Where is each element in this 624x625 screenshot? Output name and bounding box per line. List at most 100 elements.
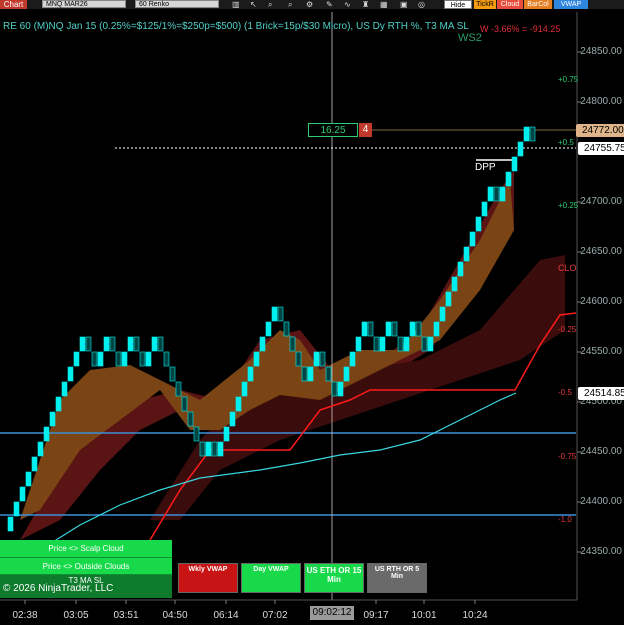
- time-tick-label: 09:17: [363, 610, 389, 621]
- copyright-text: © 2026 NinjaTrader, LLC: [3, 583, 114, 594]
- renko-brick: [145, 351, 152, 367]
- renko-brick: [343, 366, 350, 382]
- renko-brick: [277, 306, 284, 322]
- renko-brick: [157, 336, 164, 352]
- percent-tick-label: -0.5: [558, 388, 572, 397]
- renko-brick: [523, 126, 530, 142]
- renko-brick: [115, 351, 122, 367]
- renko-brick: [103, 336, 110, 352]
- us-rth-or-button[interactable]: US RTH OR 5 Min: [367, 563, 427, 593]
- renko-brick: [499, 186, 506, 202]
- time-tick-label: 10:01: [411, 610, 437, 621]
- renko-brick: [169, 366, 176, 382]
- renko-brick: [139, 351, 146, 367]
- position-count-badge[interactable]: 4: [359, 123, 372, 137]
- renko-brick: [265, 321, 272, 337]
- renko-brick: [235, 396, 242, 412]
- renko-brick: [133, 336, 140, 352]
- renko-brick: [403, 336, 410, 352]
- renko-brick: [505, 171, 512, 187]
- percent-tick-label: +0.25: [558, 201, 579, 210]
- price-chart-canvas[interactable]: [0, 0, 624, 625]
- price-tick-label: 24850.00: [580, 46, 622, 57]
- renko-brick: [451, 276, 458, 292]
- renko-brick: [373, 336, 380, 352]
- time-tick-label: 10:24: [462, 610, 488, 621]
- renko-brick: [91, 351, 98, 367]
- renko-brick: [433, 321, 440, 337]
- ws2-label: WS2: [458, 32, 482, 44]
- renko-brick: [331, 381, 338, 397]
- renko-brick: [109, 336, 116, 352]
- vwap-price-tag: 24514.85: [578, 387, 624, 400]
- renko-brick: [121, 351, 128, 367]
- renko-brick: [55, 396, 62, 412]
- dark-red-cloud: [150, 255, 565, 520]
- price-tick-label: 24700.00: [580, 196, 622, 207]
- chart-header: RE 60 (M)NQ Jan 15 (0.25%=$125/1%=$250p=…: [3, 21, 469, 32]
- renko-brick: [205, 441, 212, 457]
- renko-brick: [511, 156, 518, 172]
- time-tick-label: 03:05: [63, 610, 89, 621]
- renko-brick: [337, 381, 344, 397]
- renko-brick: [457, 261, 464, 277]
- wkly-vwap-button[interactable]: Wkly VWAP: [178, 563, 238, 593]
- day-vwap-button[interactable]: Day VWAP: [241, 563, 301, 593]
- renko-brick: [97, 351, 104, 367]
- us-eth-or-button[interactable]: US ETH OR 15 Min: [304, 563, 364, 593]
- outside-clouds-panel[interactable]: Price <> Outside Clouds: [0, 557, 172, 574]
- renko-brick: [127, 336, 134, 352]
- renko-brick: [73, 351, 80, 367]
- renko-brick: [325, 366, 332, 382]
- renko-brick: [49, 411, 56, 427]
- renko-brick: [355, 336, 362, 352]
- renko-brick: [349, 351, 356, 367]
- time-tick-label: 03:51: [113, 610, 139, 621]
- price-tick-label: 24450.00: [580, 446, 622, 457]
- price-tick-label: 24650.00: [580, 246, 622, 257]
- renko-brick: [67, 366, 74, 382]
- renko-brick: [445, 291, 452, 307]
- renko-brick: [319, 351, 326, 367]
- renko-brick: [229, 411, 236, 427]
- renko-brick: [259, 336, 266, 352]
- renko-brick: [31, 456, 38, 472]
- renko-brick: [367, 321, 374, 337]
- renko-brick: [475, 216, 482, 232]
- renko-brick: [283, 321, 290, 337]
- price-tick-label: 24800.00: [580, 96, 622, 107]
- renko-brick: [463, 246, 470, 262]
- position-qty-badge[interactable]: 16.25: [308, 123, 358, 137]
- renko-brick: [61, 381, 68, 397]
- renko-brick: [307, 366, 314, 382]
- renko-brick: [7, 516, 14, 532]
- percent-tick-label: -0.25: [558, 325, 577, 334]
- renko-brick: [13, 501, 20, 517]
- price-tick-label: 24400.00: [580, 496, 622, 507]
- renko-brick: [37, 441, 44, 457]
- percent-tick-label: +0.5: [558, 138, 574, 147]
- renko-brick: [85, 336, 92, 352]
- chart-window: Chart MNQ MAR26 60 Renko ▥ ↖ ⌕ ⌕ ⚙ ✎ ∿ ♜…: [0, 0, 624, 625]
- renko-brick: [271, 306, 278, 322]
- renko-brick: [289, 336, 296, 352]
- renko-brick: [187, 411, 194, 427]
- renko-brick: [253, 351, 260, 367]
- percent-tick-label: -0.75: [558, 452, 577, 461]
- renko-brick: [421, 336, 428, 352]
- renko-brick: [517, 141, 524, 157]
- renko-brick: [175, 381, 182, 397]
- renko-brick: [415, 321, 422, 337]
- renko-brick: [25, 471, 32, 487]
- renko-brick: [469, 231, 476, 247]
- renko-brick: [247, 366, 254, 382]
- scalp-cloud-panel[interactable]: Price <> Scalp Cloud: [0, 540, 172, 557]
- time-tick-label: 04:50: [162, 610, 188, 621]
- renko-brick: [379, 336, 386, 352]
- renko-brick: [43, 426, 50, 442]
- time-axis-ticks: [24, 600, 476, 604]
- price-tick-label: 24550.00: [580, 346, 622, 357]
- price-tick-label: 24600.00: [580, 296, 622, 307]
- pnl-readout: W -3.66% = -914.25: [480, 24, 561, 34]
- renko-brick: [79, 336, 86, 352]
